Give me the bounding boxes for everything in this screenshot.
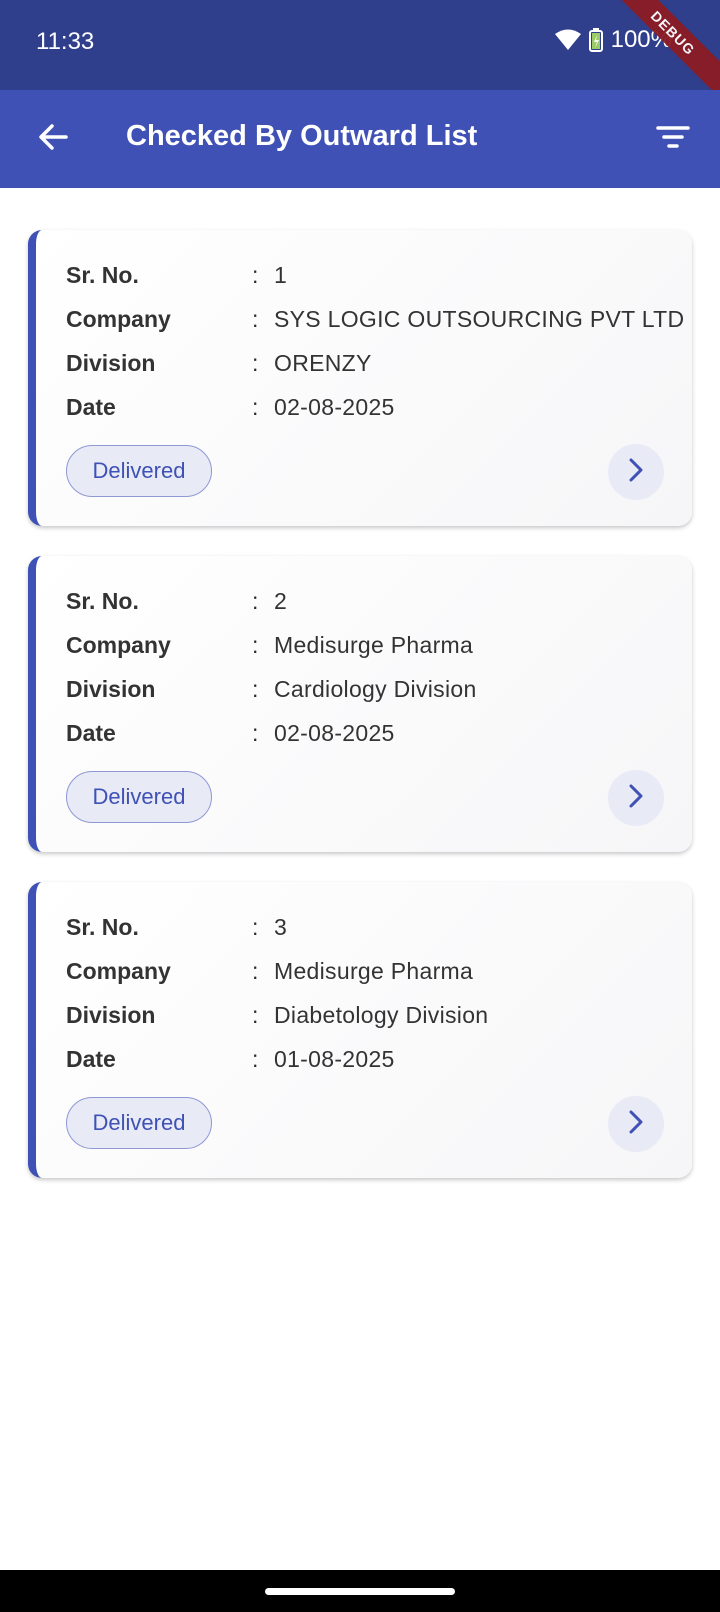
wifi-icon [554,29,581,51]
status-time: 11:33 [36,28,95,55]
filter-button[interactable] [648,114,698,164]
date-value: 01-08-2025 [274,1046,395,1072]
open-details-button[interactable] [608,770,664,826]
outward-card[interactable]: Sr. No. : 1 Company : SYS LOGIC OUTSOURC… [28,230,692,526]
colon: : [252,350,259,376]
colon: : [252,588,259,614]
chevron-right-icon [626,783,646,814]
colon: : [252,676,259,702]
date-value: 02-08-2025 [274,394,395,420]
colon: : [252,262,259,288]
company-label: Company [66,306,171,332]
status-badge: Delivered [66,1097,212,1149]
date-value: 02-08-2025 [274,720,395,746]
filter-icon [656,125,690,154]
division-label: Division [66,1002,156,1028]
sr-no-value: 2 [274,588,288,614]
sr-no-label: Sr. No. [66,914,139,940]
back-button[interactable] [28,114,78,164]
status-badge: Delivered [66,771,212,823]
colon: : [252,394,259,420]
chevron-right-icon [626,1109,646,1140]
date-label: Date [66,394,116,420]
date-label: Date [66,720,116,746]
colon: : [252,958,259,984]
chevron-right-icon [626,457,646,488]
outward-list: Sr. No. : 1 Company : SYS LOGIC OUTSOURC… [28,230,692,1208]
company-value: Medisurge Pharma [274,958,474,984]
colon: : [252,914,259,940]
company-value: SYS LOGIC OUTSOURCING PVT LTD [274,306,685,332]
date-label: Date [66,1046,116,1072]
sr-no-label: Sr. No. [66,588,139,614]
colon: : [252,1046,259,1072]
division-value: Cardiology Division [274,676,477,702]
app-bar: Checked By Outward List [0,90,720,188]
status-badge: Delivered [66,445,212,497]
sr-no-value: 3 [274,914,288,940]
division-value: ORENZY [274,350,372,376]
open-details-button[interactable] [608,1096,664,1152]
division-label: Division [66,350,156,376]
company-value: Medisurge Pharma [274,632,474,658]
division-value: Diabetology Division [274,1002,489,1028]
sr-no-label: Sr. No. [66,262,139,288]
company-label: Company [66,632,171,658]
page-title: Checked By Outward List [126,120,478,152]
colon: : [252,720,259,746]
status-bar: 11:33 100% DEBUG [0,0,720,103]
division-label: Division [66,676,156,702]
sr-no-value: 1 [274,262,288,288]
outward-card[interactable]: Sr. No. : 2 Company : Medisurge Pharma D… [28,556,692,852]
colon: : [252,1002,259,1028]
outward-card[interactable]: Sr. No. : 3 Company : Medisurge Pharma D… [28,882,692,1178]
colon: : [252,632,259,658]
home-gesture-handle[interactable] [265,1588,455,1595]
battery-icon [588,28,603,52]
system-nav-bar [0,1570,720,1612]
company-label: Company [66,958,171,984]
colon: : [252,306,259,332]
arrow-back-icon [38,123,68,156]
open-details-button[interactable] [608,444,664,500]
